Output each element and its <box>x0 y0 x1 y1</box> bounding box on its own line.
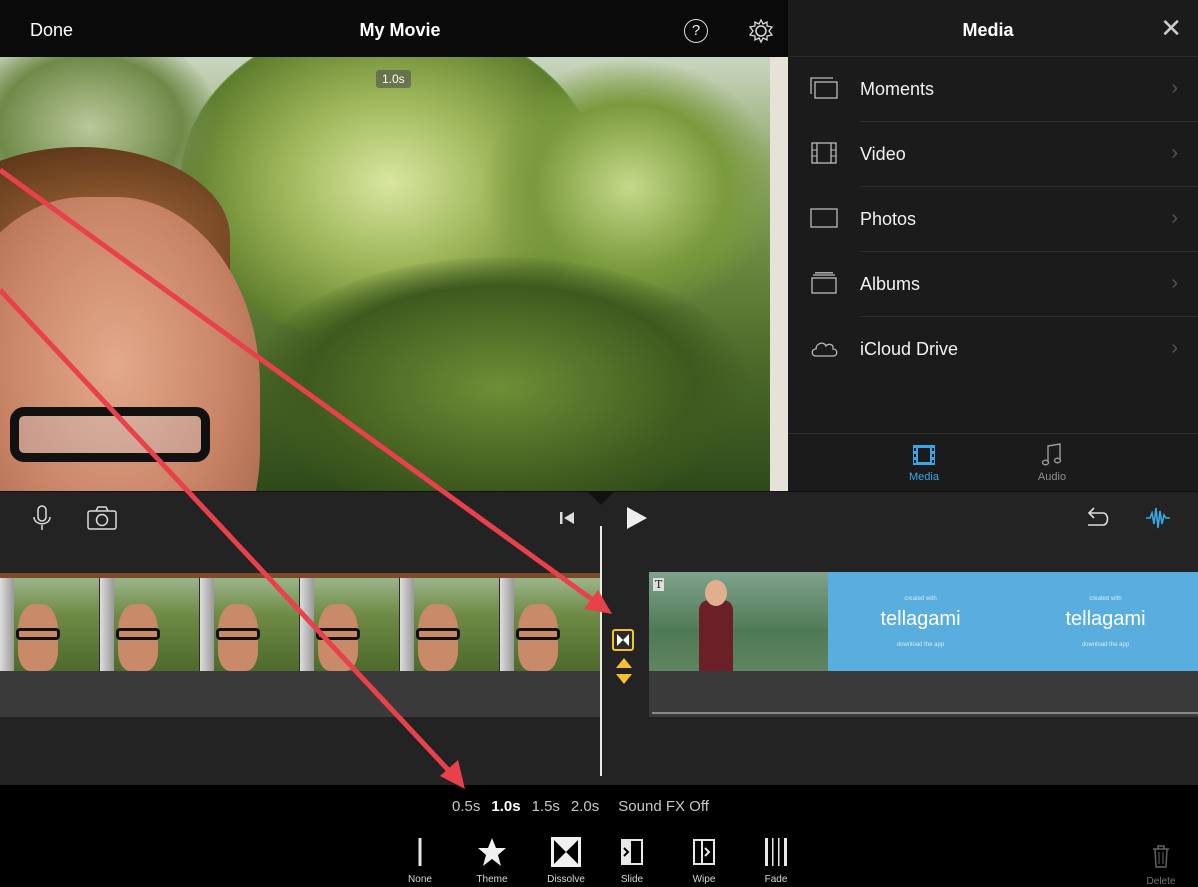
media-item-albums[interactable]: Albums › <box>788 252 1198 317</box>
video-preview[interactable]: 1.0s <box>0 57 788 491</box>
media-item-moments[interactable]: Moments › <box>788 57 1198 122</box>
clip-thumbnail <box>500 578 600 671</box>
clip-1-audio-lane <box>0 671 600 717</box>
clip-thumbnail: created with tellagami download the app <box>1013 572 1198 671</box>
clip-thumbnail <box>200 578 300 671</box>
audio-waveform-icon[interactable] <box>1144 504 1172 532</box>
music-note-icon <box>1041 443 1062 466</box>
chevron-right-icon: › <box>1171 207 1178 229</box>
delete-label: Delete <box>1146 876 1176 887</box>
tab-media[interactable]: Media <box>894 442 954 483</box>
cloud-icon <box>811 342 838 357</box>
delete-button[interactable]: Delete <box>1141 843 1181 887</box>
tab-media-label: Media <box>909 471 939 483</box>
transition-dissolve-icon[interactable] <box>612 629 634 651</box>
transition-fade-button[interactable]: Fade <box>746 835 806 885</box>
photo-icon <box>810 208 838 228</box>
transition-label: Fade <box>764 874 788 885</box>
tellagami-logo-text: tellagami <box>1065 608 1146 630</box>
film-icon <box>811 142 837 164</box>
media-item-icloud-drive[interactable]: iCloud Drive › <box>788 317 1198 382</box>
timecode-badge: 1.0s <box>376 70 411 88</box>
duration-option[interactable]: 1.5s <box>532 798 560 815</box>
duration-option[interactable]: 2.0s <box>571 798 599 815</box>
movie-title: My Movie <box>359 20 441 40</box>
media-tab-bar: Media Audio <box>788 433 1198 491</box>
thumbnail-caption: created with <box>904 596 937 602</box>
chevron-right-icon: › <box>1171 77 1178 99</box>
thumbnail-caption: download the app <box>896 642 945 648</box>
transition-none-button[interactable]: None <box>390 835 450 885</box>
film-icon <box>913 445 935 465</box>
media-title: Media <box>962 20 1014 40</box>
clip-thumbnail: created with tellagami download the app <box>828 572 1013 671</box>
transition-dissolve-button[interactable]: Dissolve <box>536 835 596 885</box>
thumbnail-caption: download the app <box>1081 642 1130 648</box>
video-clip-1[interactable] <box>0 573 600 671</box>
transition-label: Dissolve <box>547 874 585 885</box>
tab-audio-label: Audio <box>1037 471 1067 483</box>
thumbnail-caption: created with <box>1089 596 1122 602</box>
transition-label: Theme <box>476 874 508 885</box>
fade-icon <box>765 838 787 866</box>
close-icon[interactable]: ✕ <box>1160 15 1182 41</box>
tab-audio[interactable]: Audio <box>1022 442 1082 483</box>
chevron-right-icon: › <box>1171 272 1178 294</box>
wipe-icon <box>693 839 715 865</box>
media-item-label: Albums <box>860 274 921 294</box>
star-icon <box>478 838 506 866</box>
duration-option-selected[interactable]: 1.0s <box>491 798 520 815</box>
transition-label: Wipe <box>692 874 716 885</box>
top-bar: Done My Movie ? <box>0 0 788 57</box>
person-glasses <box>10 407 210 462</box>
sound-fx-toggle[interactable]: Sound FX Off <box>618 798 709 815</box>
media-item-video[interactable]: Video › <box>788 122 1198 187</box>
help-button[interactable]: ? <box>684 19 708 43</box>
moments-icon <box>810 77 838 99</box>
wall-edge <box>770 57 788 491</box>
skip-to-start-icon[interactable] <box>556 504 578 532</box>
trash-icon <box>1153 845 1169 868</box>
camera-icon[interactable] <box>86 504 118 532</box>
duration-selector: 0.5s 1.0s 1.5s 2.0s Sound FX Off <box>452 798 720 815</box>
media-item-label: Video <box>860 144 906 164</box>
clip-thumbnail <box>400 578 500 671</box>
media-header: Media ✕ <box>788 0 1198 57</box>
microphone-icon[interactable] <box>28 504 56 532</box>
media-item-label: iCloud Drive <box>860 339 959 359</box>
transition-expand-icon[interactable] <box>615 657 633 685</box>
dissolve-icon <box>551 837 581 867</box>
title-badge: T <box>653 578 665 591</box>
transition-theme-button[interactable]: Theme <box>462 835 522 885</box>
timeline[interactable]: T created with tellagami download the ap… <box>0 491 1198 785</box>
none-icon <box>418 838 422 866</box>
clip-thumbnail <box>0 578 100 671</box>
media-panel: Media ✕ Moments › Video › Photos › Album… <box>788 0 1198 491</box>
media-item-label: Moments <box>860 79 935 99</box>
media-item-label: Photos <box>860 209 917 229</box>
transition-label: Slide <box>620 874 644 885</box>
gear-icon[interactable] <box>748 18 774 44</box>
chevron-right-icon: › <box>1171 337 1178 359</box>
albums-icon <box>811 272 837 294</box>
chevron-right-icon: › <box>1171 142 1178 164</box>
transition-wipe-button[interactable]: Wipe <box>674 835 734 885</box>
transition-slide-button[interactable]: Slide <box>602 835 662 885</box>
clip-2-audio-lane <box>649 671 1198 717</box>
video-clip-2[interactable]: T created with tellagami download the ap… <box>649 572 1198 671</box>
slide-icon <box>621 839 643 865</box>
transition-label: None <box>408 874 432 885</box>
playhead[interactable] <box>600 526 602 776</box>
clip-thumbnail: T <box>649 572 828 671</box>
undo-icon[interactable] <box>1082 504 1110 532</box>
timeline-toolbar <box>0 492 1198 544</box>
clip-thumbnail <box>300 578 400 671</box>
duration-option[interactable]: 0.5s <box>452 798 480 815</box>
clip-thumbnail <box>100 578 200 671</box>
tellagami-logo-text: tellagami <box>880 608 961 630</box>
play-icon[interactable] <box>622 504 650 532</box>
audio-waveform <box>652 712 1198 714</box>
transition-settings-bar: 0.5s 1.0s 1.5s 2.0s Sound FX Off None Theme … <box>0 785 1198 887</box>
media-item-photos[interactable]: Photos › <box>788 187 1198 252</box>
